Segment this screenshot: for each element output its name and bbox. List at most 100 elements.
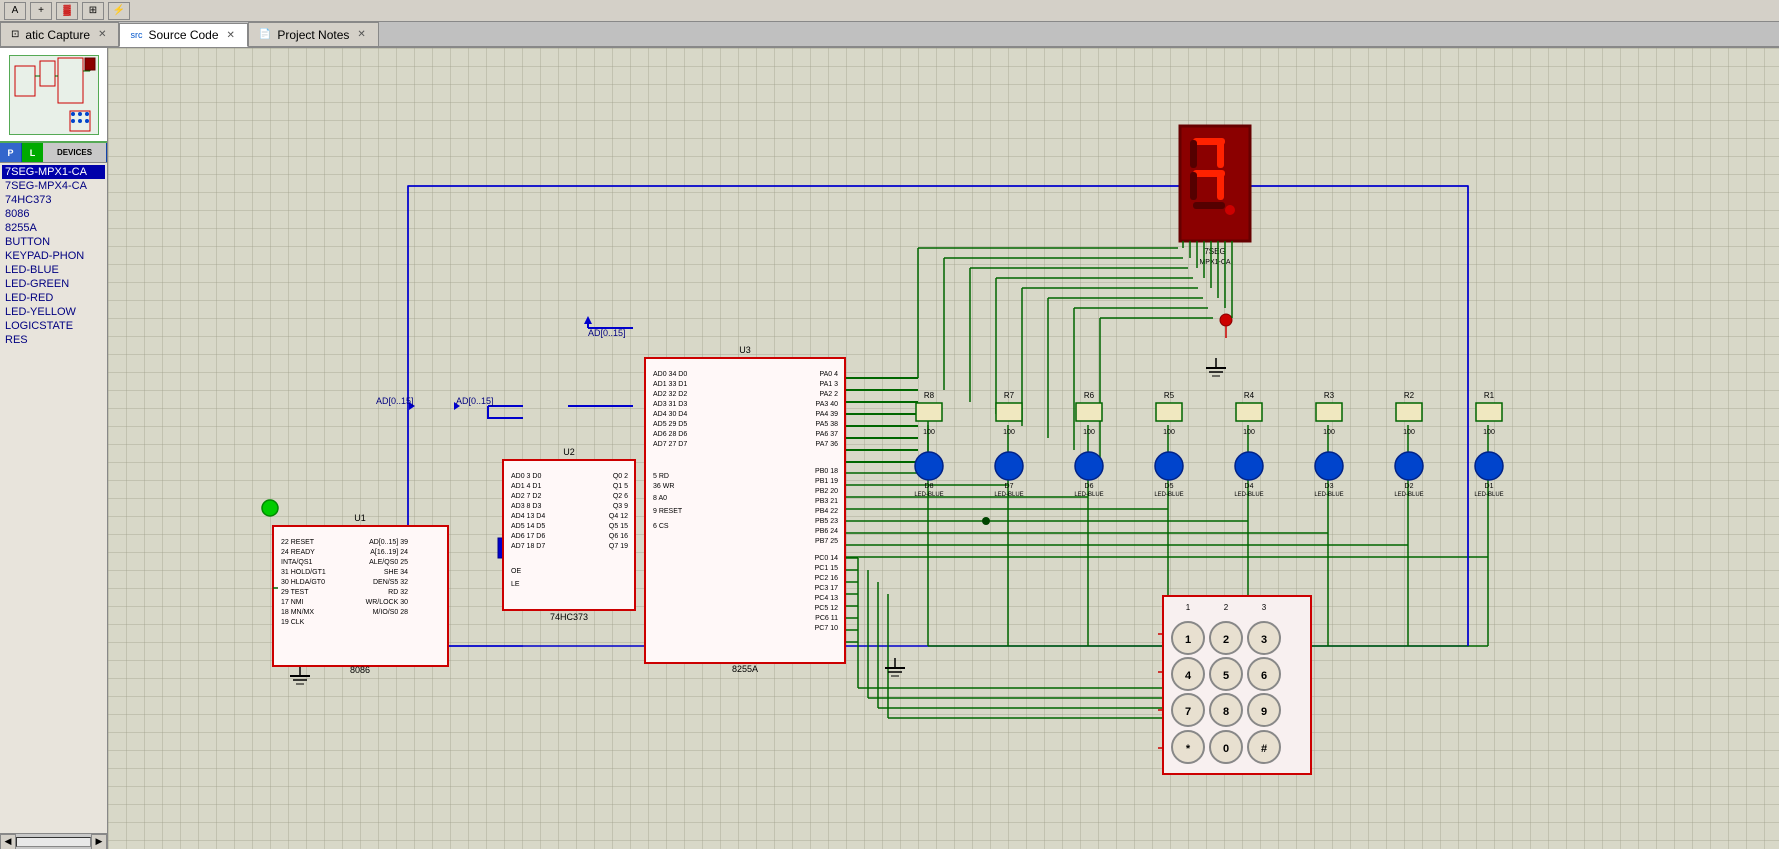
svg-text:AD7 27 D7: AD7 27 D7 bbox=[653, 441, 687, 448]
svg-text:3: 3 bbox=[1261, 634, 1267, 646]
schematic-canvas[interactable]: 0 bbox=[108, 48, 1779, 849]
svg-text:R6: R6 bbox=[1084, 391, 1095, 400]
sidebar-item-led-blue[interactable]: LED-BLUE bbox=[2, 263, 105, 277]
svg-text:2: 2 bbox=[1223, 634, 1229, 646]
svg-text:AD3 31 D3: AD3 31 D3 bbox=[653, 401, 687, 408]
svg-text:8255A: 8255A bbox=[732, 664, 758, 674]
svg-text:M/IO/S0 28: M/IO/S0 28 bbox=[373, 609, 409, 616]
schematic-svg: 0 bbox=[108, 48, 1779, 849]
tab-source[interactable]: src Source Code ✕ bbox=[119, 23, 247, 47]
tab-source-close[interactable]: ✕ bbox=[225, 30, 237, 41]
main-layout: P L DEVICES 7SEG-MPX1-CA 7SEG-MPX4-CA 74… bbox=[0, 48, 1779, 849]
tab-notes[interactable]: 📄 Project Notes ✕ bbox=[248, 22, 379, 46]
sidebar-item-74hc373[interactable]: 74HC373 bbox=[2, 193, 105, 207]
sidebar-item-button[interactable]: BUTTON bbox=[2, 235, 105, 249]
svg-text:D3: D3 bbox=[1325, 483, 1334, 490]
svg-text:PC1 15: PC1 15 bbox=[815, 565, 838, 572]
toolbar-btn-a[interactable]: A bbox=[4, 2, 26, 20]
svg-text:LED-BLUE: LED-BLUE bbox=[1474, 492, 1503, 498]
svg-text:#: # bbox=[1261, 743, 1267, 755]
svg-text:AD0 34 D0: AD0 34 D0 bbox=[653, 371, 687, 378]
svg-text:A[16..19] 24: A[16..19] 24 bbox=[370, 549, 408, 556]
svg-text:AD[0..15]: AD[0..15] bbox=[376, 396, 414, 406]
svg-text:Q6 16: Q6 16 bbox=[609, 533, 628, 540]
svg-text:0: 0 bbox=[1223, 743, 1229, 755]
svg-text:9: 9 bbox=[1261, 706, 1267, 718]
svg-text:3: 3 bbox=[1262, 603, 1267, 612]
svg-text:D4: D4 bbox=[1245, 483, 1254, 490]
svg-text:PC7 10: PC7 10 bbox=[815, 625, 838, 632]
sidebar-item-res[interactable]: RES bbox=[2, 333, 105, 347]
tab-schematic-close[interactable]: ✕ bbox=[96, 29, 108, 40]
sidebar-device-list: 7SEG-MPX1-CA 7SEG-MPX4-CA 74HC373 8086 8… bbox=[0, 163, 107, 833]
svg-text:PC5 12: PC5 12 bbox=[815, 605, 838, 612]
toolbar-btn-grid[interactable]: ⊞ bbox=[82, 2, 104, 20]
sidebar-item-7seg-mpx1[interactable]: 7SEG-MPX1-CA bbox=[2, 165, 105, 179]
svg-text:4: 4 bbox=[1185, 670, 1192, 682]
svg-text:*: * bbox=[1186, 743, 1191, 755]
mode-devices-btn[interactable]: DEVICES bbox=[43, 143, 107, 162]
svg-text:100: 100 bbox=[923, 429, 935, 436]
svg-text:D6: D6 bbox=[1085, 483, 1094, 490]
svg-text:5: 5 bbox=[1223, 670, 1229, 682]
svg-text:74HC373: 74HC373 bbox=[550, 612, 588, 622]
toolbar-btn-pdf[interactable]: ▓ bbox=[56, 2, 78, 20]
svg-text:PA0 4: PA0 4 bbox=[819, 371, 838, 378]
svg-text:R2: R2 bbox=[1404, 391, 1415, 400]
svg-text:PA2 2: PA2 2 bbox=[819, 391, 838, 398]
sidebar-item-led-green[interactable]: LED-GREEN bbox=[2, 277, 105, 291]
svg-text:PA7 36: PA7 36 bbox=[816, 441, 839, 448]
tab-notes-close[interactable]: ✕ bbox=[355, 29, 367, 40]
sidebar-item-logicstate[interactable]: LOGICSTATE bbox=[2, 319, 105, 333]
svg-text:PB6 24: PB6 24 bbox=[815, 528, 838, 535]
svg-text:AD4 13 D4: AD4 13 D4 bbox=[511, 513, 545, 520]
sidebar-item-led-red[interactable]: LED-RED bbox=[2, 291, 105, 305]
notes-tab-icon: 📄 bbox=[259, 29, 271, 40]
svg-text:8086: 8086 bbox=[350, 665, 370, 675]
svg-text:INTA/QS1: INTA/QS1 bbox=[281, 559, 312, 566]
svg-text:6: 6 bbox=[1261, 670, 1267, 682]
svg-text:100: 100 bbox=[1483, 429, 1495, 436]
svg-text:AD7 18 D7: AD7 18 D7 bbox=[511, 543, 545, 550]
svg-text:R4: R4 bbox=[1244, 391, 1255, 400]
svg-text:2: 2 bbox=[1224, 603, 1229, 612]
sidebar-scroll-left[interactable]: ◀ bbox=[0, 834, 16, 849]
svg-text:R7: R7 bbox=[1004, 391, 1015, 400]
svg-text:D2: D2 bbox=[1405, 483, 1414, 490]
svg-text:PB2 20: PB2 20 bbox=[815, 488, 838, 495]
svg-text:PA6 37: PA6 37 bbox=[816, 431, 839, 438]
sidebar-item-keypad[interactable]: KEYPAD-PHON bbox=[2, 249, 105, 263]
toolbar: A + ▓ ⊞ ⚡ bbox=[0, 0, 1779, 22]
mode-p-btn[interactable]: P bbox=[0, 143, 22, 162]
svg-text:LED-BLUE: LED-BLUE bbox=[1154, 492, 1183, 498]
svg-text:LED-BLUE: LED-BLUE bbox=[914, 492, 943, 498]
sidebar-item-8255a[interactable]: 8255A bbox=[2, 221, 105, 235]
svg-text:Q0 2: Q0 2 bbox=[613, 473, 628, 480]
sidebar-item-8086[interactable]: 8086 bbox=[2, 207, 105, 221]
svg-text:R1: R1 bbox=[1484, 391, 1495, 400]
sidebar-thumb-inner bbox=[9, 55, 99, 135]
svg-text:PB4 22: PB4 22 bbox=[815, 508, 838, 515]
toolbar-btn-lightning[interactable]: ⚡ bbox=[108, 2, 130, 20]
svg-text:AD1 33 D1: AD1 33 D1 bbox=[653, 381, 687, 388]
sidebar-item-7seg-mpx4[interactable]: 7SEG-MPX4-CA bbox=[2, 179, 105, 193]
tab-schematic[interactable]: ⊡ atic Capture ✕ bbox=[0, 22, 119, 46]
svg-text:19 CLK: 19 CLK bbox=[281, 619, 305, 626]
sidebar-scroll-right[interactable]: ▶ bbox=[91, 834, 107, 849]
svg-text:36 WR: 36 WR bbox=[653, 483, 674, 490]
schematic-canvas-area[interactable]: 0 bbox=[108, 48, 1779, 849]
sidebar-item-led-yellow[interactable]: LED-YELLOW bbox=[2, 305, 105, 319]
svg-text:Q7 19: Q7 19 bbox=[609, 543, 628, 550]
svg-text:AD2 32 D2: AD2 32 D2 bbox=[653, 391, 687, 398]
svg-text:U2: U2 bbox=[563, 447, 575, 457]
svg-text:24 READY: 24 READY bbox=[281, 549, 315, 556]
svg-text:LED-BLUE: LED-BLUE bbox=[1314, 492, 1343, 498]
svg-text:9 RESET: 9 RESET bbox=[653, 508, 683, 515]
svg-text:D1: D1 bbox=[1485, 483, 1494, 490]
toolbar-btn-add[interactable]: + bbox=[30, 2, 52, 20]
svg-text:PB3 21: PB3 21 bbox=[815, 498, 838, 505]
sidebar-scroll-track[interactable] bbox=[16, 837, 91, 847]
tab-notes-label: Project Notes bbox=[277, 28, 349, 42]
svg-text:Q2 6: Q2 6 bbox=[613, 493, 628, 500]
mode-l-btn[interactable]: L bbox=[22, 143, 43, 162]
